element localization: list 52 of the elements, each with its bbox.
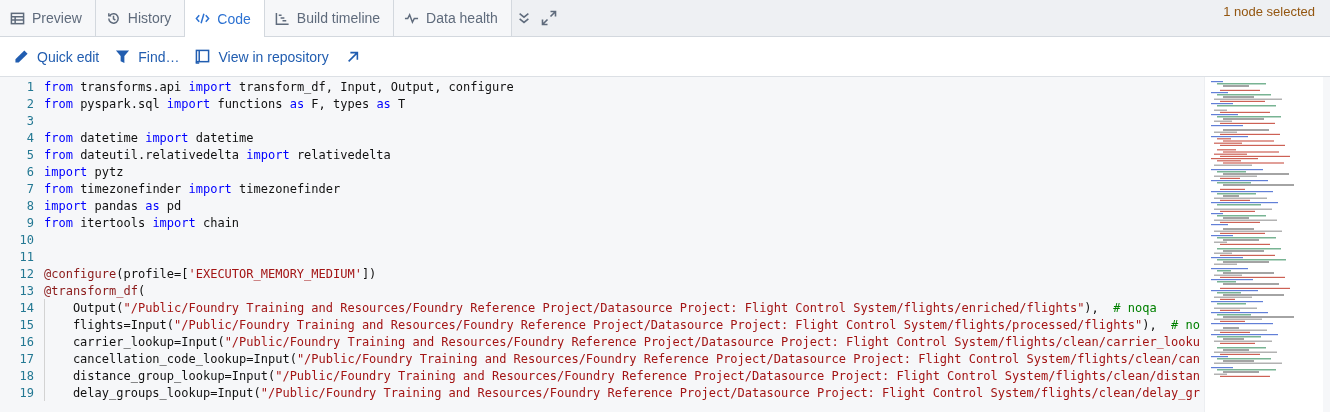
filter-icon <box>115 49 131 64</box>
code-icon <box>195 11 211 26</box>
code-line: from transforms.api import transform_df, Input, Output, configure <box>44 79 514 94</box>
toolbar-button[interactable]: View in repository <box>191 44 337 69</box>
line-number: 9 <box>25 215 34 230</box>
line-number: 17 <box>18 351 34 366</box>
pulse-icon <box>404 10 420 26</box>
line-number: 2 <box>25 96 34 111</box>
line-number: 3 <box>25 113 34 128</box>
line-number: 1 <box>25 79 34 94</box>
timeline-icon <box>274 10 290 26</box>
line-number: 14 <box>18 300 34 315</box>
line-number: 13 <box>18 283 34 298</box>
code-line: @transform_df( <box>44 283 146 298</box>
code-line: delay_groups_lookup=Input("/Public/Foundry Training and Resources/Foundry Reference Project/Datasource Project: Flight Control System/flights/clean/delay_gr <box>71 385 1200 400</box>
line-number: 5 <box>25 147 34 162</box>
code-line: from pyspark.sql import functions as F, types as T <box>44 96 406 111</box>
line-number: 15 <box>18 317 34 332</box>
code-line: import pytz <box>44 164 124 179</box>
line-number: 11 <box>18 249 34 264</box>
code-line: Output("/Public/Foundry Training and Resources/Foundry Reference Project/Datasource Project: Flight Control System/flights/enriched/flights"), # noqa <box>71 300 1157 315</box>
tab[interactable]: Preview <box>0 0 96 36</box>
line-number: 6 <box>25 164 34 179</box>
line-number: 10 <box>18 232 34 247</box>
code-line: cancellation_code_lookup=Input("/Public/Foundry Training and Resources/Foundry Reference Project/Datasource Project: Flight Control System/flights/clean/can <box>71 351 1200 366</box>
toolbar-button[interactable]: Find… <box>111 44 188 69</box>
line-number: 16 <box>18 334 34 349</box>
line-number: 18 <box>18 368 34 383</box>
tab[interactable]: Code <box>185 0 265 37</box>
line-number: 19 <box>18 385 34 400</box>
code-line: distance_group_lookup=Input("/Public/Foundry Training and Resources/Foundry Reference Project/Datasource Project: Flight Control System/flights/clean/distan <box>71 368 1200 383</box>
book-icon <box>195 49 211 64</box>
code-line: from timezonefinder import timezonefinder <box>44 181 341 196</box>
line-number: 7 <box>25 181 34 196</box>
code-line: @configure(profile=['EXECUTOR_MEMORY_MEDIUM']) <box>44 266 377 281</box>
tab[interactable]: History <box>95 0 186 36</box>
line-number: 4 <box>25 130 34 145</box>
code-line: from itertools import chain <box>44 215 240 230</box>
code-line: import pandas as pd <box>44 198 182 213</box>
tab[interactable]: Build timeline <box>264 0 395 36</box>
line-number: 12 <box>18 266 34 281</box>
pencil-icon <box>14 49 29 64</box>
tab[interactable]: Data health <box>394 0 512 36</box>
code-line: carrier_lookup=Input("/Public/Foundry Training and Resources/Foundry Reference Project/Datasource Project: Flight Control System/flights/clean/carrier_looku <box>71 334 1200 349</box>
toolbar-button[interactable]: Quick edit <box>10 44 108 69</box>
selection-status: 1 node selected <box>1223 3 1316 19</box>
code-line: from dateutil.relativedelta import relativedelta <box>44 147 391 162</box>
code-line: from datetime import datetime <box>44 130 254 145</box>
table-icon <box>10 10 25 26</box>
code-line: flights=Input("/Public/Foundry Training and Resources/Foundry Reference Project/Datasource Project: Flight Control System/flights/processed/flights"), # no <box>71 317 1200 332</box>
line-number: 8 <box>25 198 34 213</box>
history-icon <box>105 10 121 26</box>
